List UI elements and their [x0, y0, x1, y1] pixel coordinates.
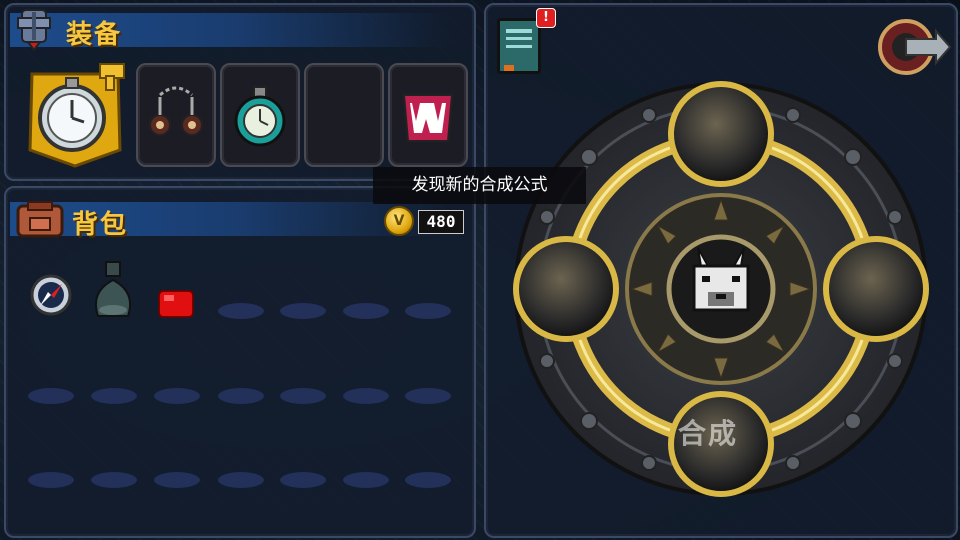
bag-slot-empty[interactable] [28, 388, 74, 404]
bag-slot-empty[interactable] [280, 388, 326, 404]
new-recipe-tooltip: 发现新的合成公式 [373, 167, 586, 204]
bag-slot-empty[interactable] [28, 472, 74, 488]
backpack-title: 背包 [72, 210, 129, 240]
compass-item[interactable] [28, 272, 74, 318]
backpack-icon [16, 201, 64, 238]
teal-pocket-watch-icon [234, 86, 286, 147]
bag-slot-empty[interactable] [280, 303, 326, 319]
bag-slot-empty[interactable] [343, 303, 389, 319]
equip-slot-fanged-maw[interactable] [388, 63, 468, 167]
bag-slot-empty[interactable] [154, 472, 200, 488]
equip-slot-spiked-chain[interactable] [136, 63, 216, 167]
gold-counter: V 480 [380, 206, 468, 236]
bag-slot-empty[interactable] [218, 388, 264, 404]
equip-slot-pocket-watch[interactable] [220, 63, 300, 167]
equip-slot-stopwatch[interactable] [20, 62, 130, 168]
recipe-book-button[interactable] [497, 18, 541, 74]
bag-slot-empty[interactable] [218, 303, 264, 319]
bag-slot-empty[interactable] [91, 472, 137, 488]
bag-slot-empty[interactable] [154, 388, 200, 404]
spiked-chain-icon [149, 86, 203, 136]
armor-icon [17, 9, 51, 52]
bag-slot-empty[interactable] [405, 472, 451, 488]
bag-slot-empty[interactable] [218, 472, 264, 488]
bag-slot-empty[interactable] [405, 303, 451, 319]
recipe-book-icon [506, 29, 532, 33]
bag-slot-empty[interactable] [405, 388, 451, 404]
bag-slot-empty[interactable] [91, 388, 137, 404]
back-button[interactable] [876, 15, 952, 77]
gold-amount: 480 [418, 210, 464, 234]
equip-slot-empty[interactable] [304, 63, 384, 167]
dark-potion-item[interactable] [88, 258, 138, 320]
bag-slot-empty[interactable] [280, 472, 326, 488]
craft-button[interactable]: 合成 [678, 412, 738, 452]
equipment-title: 装备 [66, 20, 123, 50]
notification-badge: ! [536, 8, 556, 28]
bag-slot-empty[interactable] [343, 472, 389, 488]
fanged-maw-icon [402, 94, 454, 142]
gold-coin-icon: V [384, 206, 414, 236]
red-gem-item[interactable] [156, 287, 196, 321]
bag-slot-empty[interactable] [343, 388, 389, 404]
